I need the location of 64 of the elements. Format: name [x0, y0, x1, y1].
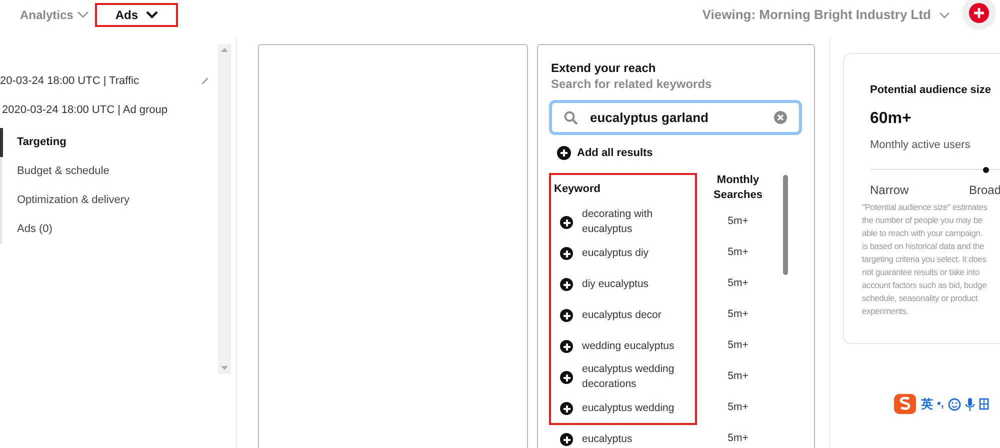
language-toggle[interactable]: 英	[921, 395, 933, 413]
plus-icon	[560, 216, 573, 228]
plus-icon	[969, 3, 989, 23]
chevron-down-icon	[146, 11, 158, 19]
plus-icon	[560, 370, 573, 384]
punctuation-toggle[interactable]: •,	[937, 396, 944, 412]
audience-note: "Potential audience size" estimates the number of people you may be able to reach with your campaign. is based on historical data and the targeting criteria you select. It does not guarantee results or take into account factors such as bid, budge schedule, seasonality or product experiments.	[862, 201, 988, 318]
scroll-down-icon[interactable]	[221, 366, 228, 370]
scroll-up-icon[interactable]	[221, 48, 228, 52]
chevron-down-icon	[939, 12, 950, 18]
audience-caption: Monthly active users	[870, 138, 970, 152]
table-cell-text: 5m+	[728, 307, 748, 322]
plus-icon	[560, 246, 573, 260]
chevron-down-icon	[77, 11, 90, 19]
slider-label: Broad	[968, 182, 1000, 199]
keyword-item[interactable]: eucalyptus wedding	[582, 400, 692, 416]
table-cell-text: 5m+	[728, 431, 748, 446]
slider-thumb[interactable]	[982, 167, 988, 173]
nav-tab[interactable]: Ads	[95, 3, 178, 27]
plus-icon	[560, 402, 573, 414]
plus-icon	[560, 308, 573, 322]
add-all-button[interactable]: Add all results	[557, 145, 653, 162]
scrollbar-thumb[interactable]	[783, 174, 788, 274]
clear-icon	[774, 111, 787, 124]
column-header: Monthly Searches	[712, 172, 764, 202]
panel-subtitle: Search for related keywords	[551, 76, 713, 92]
keyword-item[interactable]: wedding eucalyptus	[582, 338, 692, 354]
keyword-item[interactable]: eucalyptus wedding decorations	[582, 362, 692, 392]
plus-icon	[560, 278, 573, 290]
table-cell-text: 5m+	[728, 400, 748, 416]
column-header: Keyword	[553, 182, 602, 196]
create-button[interactable]	[962, 0, 996, 30]
keyword-item[interactable]: eucalyptus decor	[582, 308, 692, 322]
sidebar-item[interactable]: Optimization & delivery	[2, 186, 218, 215]
table-cell-text: 5m+	[728, 369, 748, 384]
scrollbar[interactable]	[218, 44, 231, 374]
search-icon	[564, 110, 578, 124]
grid-icon	[978, 398, 989, 410]
table-cell-text: 5m+	[728, 276, 748, 292]
smiley-icon	[948, 398, 961, 410]
pencil-icon	[202, 78, 208, 84]
panel-title: Extend your reach	[551, 60, 657, 76]
keyword-item[interactable]: eucalyptus diy	[582, 246, 692, 260]
plus-icon	[560, 432, 573, 446]
keyword-item[interactable]: eucalyptus	[582, 432, 692, 446]
nav-tab[interactable]: Analytics	[0, 3, 90, 27]
sidebar-item[interactable]: Ads (0)	[2, 215, 218, 244]
microphone-icon	[964, 397, 975, 411]
campaign-link[interactable]: 20-03-24 18:00 UTC | Traffic	[0, 72, 202, 90]
sidebar-item[interactable]: Budget & schedule	[2, 157, 218, 186]
table-cell-text: 5m+	[728, 214, 748, 230]
search-field[interactable]: eucalyptus garland	[549, 100, 802, 135]
table-cell-text: 5m+	[728, 338, 748, 354]
slider-track[interactable]	[870, 167, 1000, 173]
card-title: Potential audience size	[870, 83, 992, 98]
plus-icon	[557, 146, 571, 160]
ad-group-link[interactable]: 2020-03-24 18:00 UTC | Ad group	[0, 99, 168, 121]
table-cell-text: 5m+	[728, 245, 748, 260]
keyword-item[interactable]: diy eucalyptus	[582, 276, 692, 292]
slider-label: Narrow	[870, 182, 909, 199]
plus-icon	[560, 340, 573, 352]
audience-size: 60m+	[870, 108, 912, 128]
search-input[interactable]: eucalyptus garland	[590, 108, 762, 128]
keyword-item[interactable]: decorating with eucalyptus	[582, 207, 692, 237]
